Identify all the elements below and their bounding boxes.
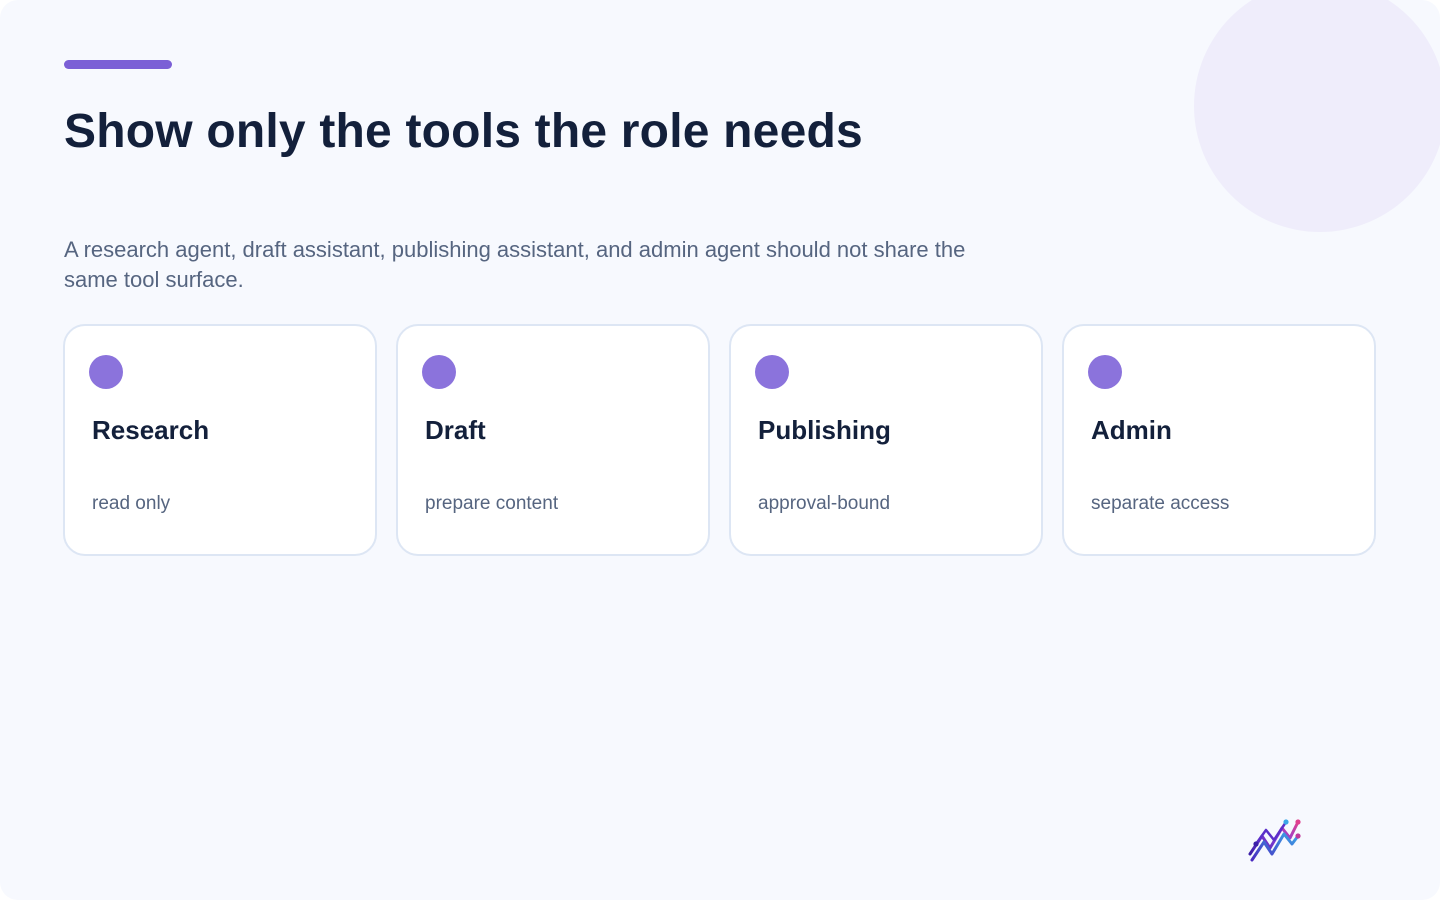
- card-dot-icon: [422, 355, 456, 389]
- role-card-admin: Admin separate access: [1062, 324, 1376, 556]
- card-title: Research: [92, 415, 210, 445]
- role-card-publishing: Publishing approval-bound: [729, 324, 1043, 556]
- card-dot-icon: [89, 355, 123, 389]
- zigzag-chart-logo-icon: [1248, 819, 1301, 862]
- card-description: read only: [92, 493, 171, 514]
- decorative-circle: [1194, 0, 1440, 232]
- role-card-draft: Draft prepare content: [396, 324, 710, 556]
- slide-title: Show only the tools the role needs: [64, 105, 863, 158]
- card-dot-icon: [755, 355, 789, 389]
- card-description: separate access: [1091, 493, 1230, 514]
- slide: Show only the tools the role needs A res…: [0, 0, 1440, 900]
- card-title: Admin: [1091, 415, 1172, 445]
- card-title: Publishing: [758, 415, 891, 445]
- role-cards: Research read only Draft prepare content…: [63, 324, 1376, 556]
- role-card-research: Research read only: [63, 324, 377, 556]
- card-description: approval-bound: [758, 493, 891, 514]
- card-description: prepare content: [425, 493, 559, 514]
- slide-subtitle: A research agent, draft assistant, publi…: [64, 237, 966, 292]
- accent-bar: [64, 60, 172, 69]
- card-dot-icon: [1088, 355, 1122, 389]
- card-title: Draft: [425, 415, 486, 445]
